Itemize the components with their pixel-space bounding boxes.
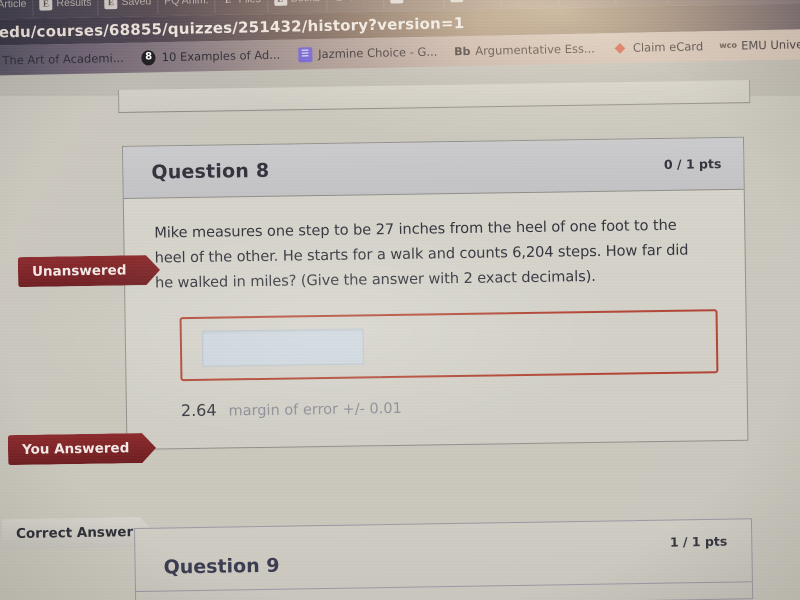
evernote-icon: E [390, 0, 404, 4]
tab-article[interactable]: ▤ Article [0, 0, 34, 18]
bookmark-claim-ecard[interactable]: ◆ Claim eCard [604, 31, 713, 63]
tab-label: Books [291, 0, 320, 5]
tab-results[interactable]: E Results [33, 0, 99, 17]
pear-icon: ◆ [614, 39, 626, 57]
evernote-icon: E [39, 0, 53, 11]
question-8-title: Question 8 [151, 159, 270, 184]
wco-icon: wco [719, 40, 738, 50]
tab-label: PAPE [350, 0, 377, 3]
tab-label: Saved [121, 0, 152, 8]
circle-icon: ◍ [507, 0, 520, 1]
tab-label: Files [238, 0, 260, 6]
evernote-icon: E [333, 0, 346, 4]
answer-input[interactable] [201, 328, 365, 368]
evernote-icon: E [273, 0, 287, 6]
question-8-body: Mike measures one step to be 27 inches f… [124, 190, 748, 449]
bookmark-label: 10 Examples of Ad... [161, 47, 281, 65]
screen-photo: ▤ Article E Results E Saved PQ Anim: E F… [0, 0, 800, 600]
bookmark-label: The Art of Academi... [2, 50, 124, 68]
tab-label: The A [467, 0, 495, 1]
question-8-header: Question 8 0 / 1 pts [123, 137, 744, 199]
tab-quiz[interactable]: E Quiz [615, 0, 669, 6]
question-8-container: Question 8 0 / 1 pts Mike measures one s… [122, 136, 749, 451]
evernote-icon: E [104, 0, 118, 9]
status-badge-you-answered: You Answered [8, 433, 156, 465]
previous-question-container [118, 80, 751, 113]
bookmark-label: Jazmine Choice - G... [318, 44, 438, 62]
tab-label: Results [56, 0, 92, 10]
question-9-container: Question 9 1 / 1 pts [134, 518, 754, 600]
bookmark-jazmine-choice[interactable]: ☰ Jazmine Choice - G... [289, 36, 447, 69]
bookmark-label: Claim eCard [632, 39, 704, 55]
open-icon: open [449, 0, 464, 2]
status-badge-correct-answer: Correct Answer [2, 517, 154, 549]
margin-of-error-text: margin of error +/- 0.01 [228, 401, 402, 420]
dark-circle-icon: 8 [141, 49, 156, 66]
evernote-icon: E [221, 0, 234, 6]
browser-chrome: ▤ Article E Results E Saved PQ Anim: E F… [0, 0, 800, 76]
bookmark-label: Argumentative Ess... [475, 41, 596, 58]
student-answer-box [179, 309, 719, 382]
question-8-text: Mike measures one step to be 27 inches f… [154, 216, 689, 292]
bookmark-label: EMU University [741, 36, 800, 53]
you-answered-row [179, 309, 719, 382]
bookmark-10-examples-of-ad[interactable]: 8 10 Examples of Ad... [132, 40, 289, 73]
quiz-results-page: Question 8 0 / 1 pts Mike measures one s… [0, 80, 800, 600]
bookmark-emu-university[interactable]: wco EMU University [712, 29, 800, 62]
tab-result[interactable]: E Result [383, 0, 445, 10]
bookmark-the-art-of-academi[interactable]: ▤ The Art of Academi... [0, 43, 133, 76]
tab-label: PQ Anim: [164, 0, 209, 8]
tab-pape[interactable]: E PAPE [326, 0, 385, 11]
question-9-header: Question 9 1 / 1 pts [135, 519, 752, 591]
question-9-title: Question 9 [163, 554, 280, 579]
bookmark-argumentative-ess[interactable]: Bb Argumentative Ess... [446, 33, 604, 66]
tab-saved[interactable]: E Saved [98, 0, 159, 16]
blackboard-bb-icon: Bb [454, 44, 471, 58]
question-9-points: 1 / 1 pts [669, 533, 728, 550]
tab-the-a-2[interactable]: ◍ The A [501, 0, 560, 8]
tab-label: Article [0, 0, 27, 11]
tab-the-a-3[interactable]: ▬ The A [558, 0, 617, 7]
status-badge-unanswered: Unanswered [18, 255, 160, 287]
question-8-points: 0 / 1 pts [663, 156, 722, 172]
purple-list-icon: ☰ [298, 46, 313, 62]
correct-answer-row: 2.64 margin of error +/- 0.01 [181, 393, 719, 438]
tab-books[interactable]: E Books [267, 0, 328, 13]
tab-files[interactable]: E Files [215, 0, 269, 14]
tab-the-a-1[interactable]: open The A [443, 0, 502, 9]
browser-window: ▤ Article E Results E Saved PQ Anim: E F… [0, 0, 800, 600]
tab-pq-anim[interactable]: PQ Anim: [157, 0, 216, 15]
tab-label: Result [407, 0, 437, 2]
correct-answer-value: 2.64 [180, 400, 217, 421]
